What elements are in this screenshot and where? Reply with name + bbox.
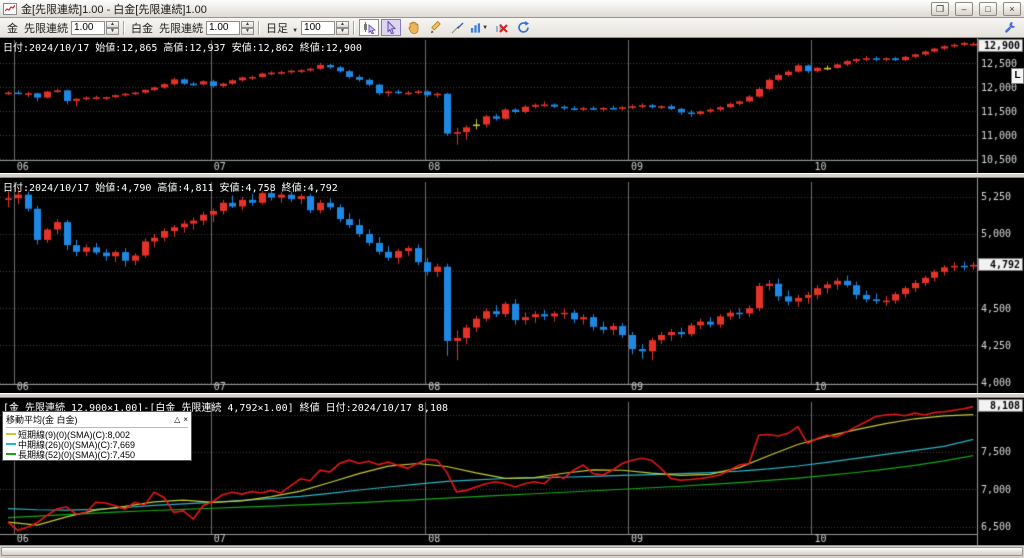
step-up-icon[interactable]: ▲ bbox=[106, 20, 119, 28]
scrollbar-thumb[interactable] bbox=[1, 547, 1023, 556]
pen-line-icon[interactable] bbox=[447, 19, 467, 36]
toolbar-separator bbox=[123, 20, 124, 35]
toolbar: 金 先限連続 ▲▼ 白金 先限連続 ▲▼ 日足 ▼ ▲▼ ▼ bbox=[0, 18, 1024, 38]
legend-title: 移動平均(金 白金) bbox=[6, 415, 78, 425]
legend-collapse-icon[interactable]: △ bbox=[174, 415, 180, 424]
chevron-down-icon: ▼ bbox=[482, 24, 489, 31]
step-down-icon[interactable]: ▼ bbox=[106, 27, 119, 35]
gold-ratio-stepper[interactable]: ▲ ▼ bbox=[106, 20, 119, 35]
spread-chart-panel: [金 先限連続 12,900×1.00]-[白金 先限連続 4,792×1.00… bbox=[0, 398, 1024, 545]
platinum-contract-label: 先限連続 bbox=[159, 22, 203, 35]
legend-label: 長期線(52)(0)(SMA)(C):7,450 bbox=[18, 449, 136, 460]
gold-contract-label: 先限連続 bbox=[24, 22, 68, 35]
toolbar-separator bbox=[353, 20, 355, 35]
maximize-button[interactable]: □ bbox=[979, 1, 997, 16]
mid-sma-swatch bbox=[6, 443, 16, 445]
platinum-symbol-label: 白金 bbox=[131, 22, 153, 35]
settings-wrench-icon[interactable] bbox=[999, 19, 1019, 36]
horizontal-scrollbar[interactable] bbox=[0, 545, 1024, 558]
gold-chart-canvas[interactable] bbox=[0, 38, 1024, 173]
layout-window-button[interactable]: ❐ bbox=[931, 1, 949, 16]
bar-count-stepper[interactable]: ▲ ▼ bbox=[336, 20, 350, 35]
toolbar-separator bbox=[258, 20, 259, 35]
gold-symbol-label: 金 bbox=[7, 22, 18, 35]
step-up-icon[interactable]: ▲ bbox=[241, 20, 254, 28]
window-title: 金[先限連続]1.00 - 白金[先限連続]1.00 bbox=[21, 3, 207, 16]
platinum-ratio-input[interactable] bbox=[206, 20, 240, 35]
step-up-icon[interactable]: ▲ bbox=[336, 20, 350, 28]
label-badge[interactable]: L bbox=[1011, 68, 1024, 84]
platinum-chart-panel: 日付:2024/10/17 始値:4,790 高値:4,811 安値:4,758… bbox=[0, 178, 1024, 393]
hand-pan-icon[interactable] bbox=[403, 19, 423, 36]
legend-item-long-sma: 長期線(52)(0)(SMA)(C):7,450 bbox=[6, 449, 188, 460]
minimize-button[interactable]: – bbox=[955, 1, 973, 16]
gold-chart-panel: 日付:2024/10/17 始値:12,865 高値:12,937 安値:12,… bbox=[0, 38, 1024, 173]
kline-cursor-icon[interactable] bbox=[359, 19, 380, 36]
app-icon bbox=[3, 2, 17, 15]
chart-app-window: 金[先限連続]1.00 - 白金[先限連続]1.00 ❐ – □ × 金 先限連… bbox=[0, 0, 1024, 558]
short-sma-swatch bbox=[6, 433, 16, 435]
step-down-icon[interactable]: ▼ bbox=[241, 27, 254, 35]
long-sma-swatch bbox=[6, 453, 16, 455]
close-button[interactable]: × bbox=[1003, 1, 1021, 16]
legend-close-icon[interactable]: × bbox=[183, 415, 188, 424]
titlebar: 金[先限連続]1.00 - 白金[先限連続]1.00 ❐ – □ × bbox=[0, 0, 1024, 18]
period-dropdown[interactable]: 日足 ▼ bbox=[266, 20, 298, 36]
clear-indicator-icon[interactable] bbox=[491, 19, 511, 36]
gold-ratio-input[interactable] bbox=[71, 20, 105, 35]
platinum-ratio-stepper[interactable]: ▲ ▼ bbox=[241, 20, 254, 35]
pencil-icon[interactable] bbox=[425, 19, 445, 36]
pointer-icon[interactable] bbox=[381, 19, 402, 36]
moving-average-legend: 移動平均(金 白金) △ × 短期線(9)(0)(SMA)(C):8,002 中… bbox=[2, 411, 192, 461]
bar-count-input[interactable] bbox=[301, 20, 336, 35]
platinum-ohlc-readout: 日付:2024/10/17 始値:4,790 高値:4,811 安値:4,758… bbox=[3, 183, 338, 194]
chart-type-icon[interactable]: ▼ bbox=[469, 19, 489, 36]
platinum-chart-canvas[interactable] bbox=[0, 178, 1024, 393]
gold-ohlc-readout: 日付:2024/10/17 始値:12,865 高値:12,937 安値:12,… bbox=[3, 43, 362, 54]
refresh-icon[interactable] bbox=[513, 19, 533, 36]
chevron-down-icon: ▼ bbox=[292, 27, 299, 34]
step-down-icon[interactable]: ▼ bbox=[336, 27, 350, 35]
